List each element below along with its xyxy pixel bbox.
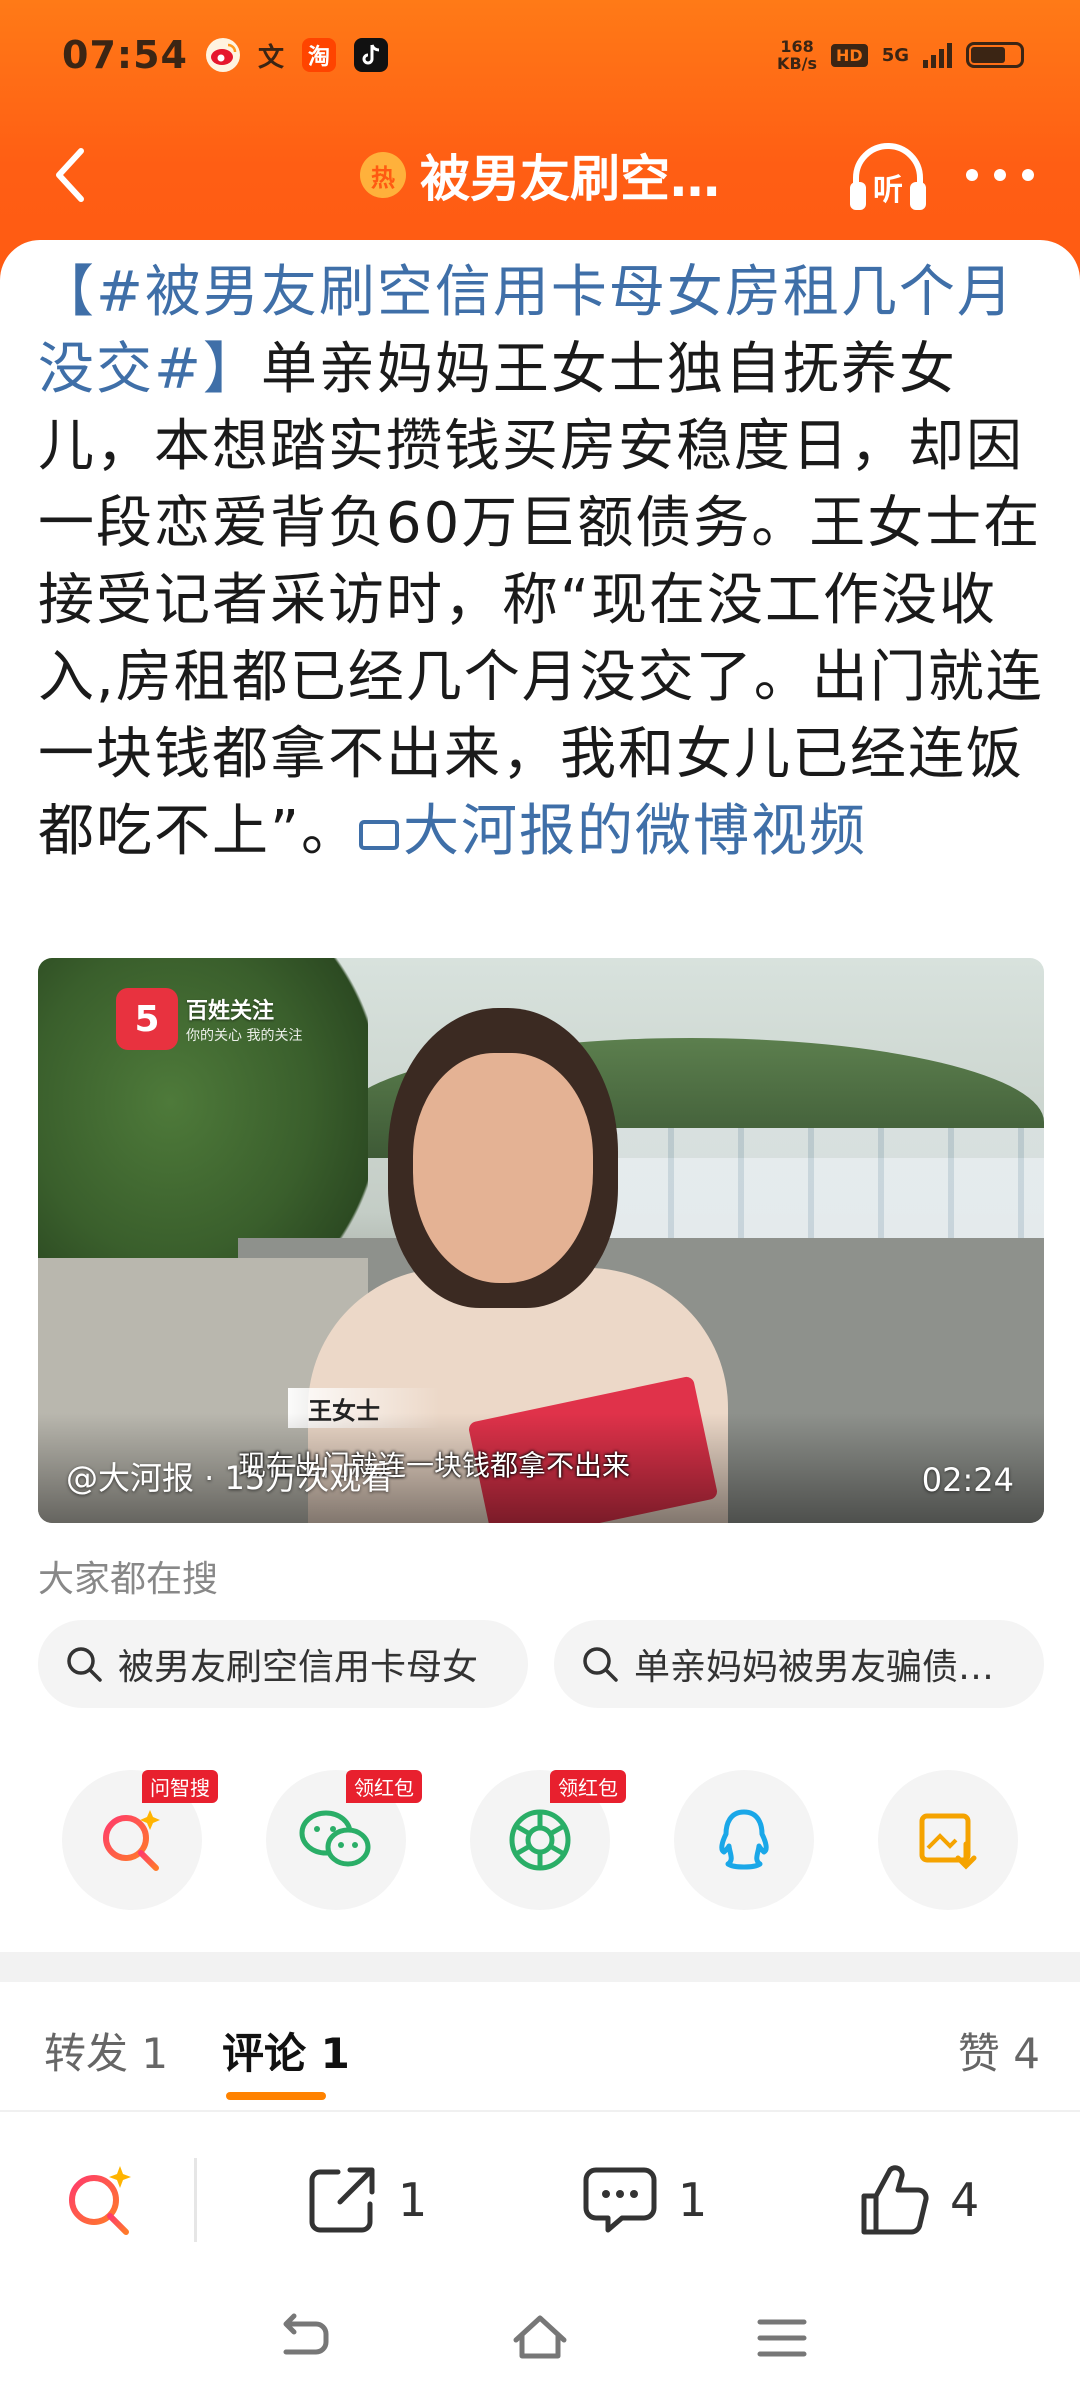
page-title: 被男友刷空… (420, 150, 720, 208)
share-moments-button[interactable]: 领红包 (470, 1770, 626, 1910)
video-duration: 02:24 (921, 1461, 1014, 1499)
repost-button[interactable]: 1 (304, 2154, 427, 2246)
video-link-label: 大河报的微博视频 (403, 799, 868, 864)
dot-icon (966, 169, 978, 181)
trending-search-chips: 被男友刷空信用卡母女 单亲妈妈被男友骗债… (38, 1620, 1044, 1708)
tab-repost[interactable]: 转发 1 (44, 2020, 168, 2081)
comment-count: 1 (678, 2173, 708, 2227)
active-tab-indicator (226, 2092, 326, 2100)
thumbs-up-icon (861, 2165, 929, 2235)
headphone-icon: 听 (850, 143, 926, 210)
dot-icon (994, 169, 1006, 181)
like-button[interactable]: 4 (856, 2154, 979, 2246)
search-chip-label: 单亲妈妈被男友骗债… (634, 1647, 995, 1688)
comment-button[interactable]: 1 (580, 2154, 707, 2246)
system-home-button[interactable] (510, 2310, 570, 2366)
ai-search-icon (69, 2166, 131, 2235)
like-count: 4 (950, 2173, 980, 2227)
system-home-icon (513, 2315, 567, 2359)
status-time: 07:54 (62, 33, 188, 77)
ai-search-icon (103, 1810, 160, 1871)
taobao-icon: 淘 (301, 38, 336, 72)
share-tag: 领红包 (346, 1770, 422, 1803)
share-tag: 领红包 (550, 1770, 626, 1803)
back-button[interactable] (36, 140, 106, 210)
trending-search-label: 大家都在搜 (38, 1559, 219, 1600)
bottom-action-bar: 1 1 4 (0, 2130, 1080, 2270)
video-player[interactable]: 5 百姓关注 你的关心 我的关注 王女士 现在出门就连一块钱都拿不出来 @大河报… (38, 958, 1044, 1523)
status-bar: 07:54 文 淘 168 KB/s HD 5G (0, 0, 1080, 110)
dot-icon (1022, 169, 1034, 181)
comment-icon (583, 2167, 657, 2233)
interviewee-face (413, 1053, 593, 1283)
video-link[interactable]: 大河报的微博视频 (359, 799, 867, 864)
share-qq-button[interactable] (674, 1770, 814, 1910)
search-chip[interactable]: 被男友刷空信用卡母女 (38, 1620, 528, 1708)
share-wechat-button[interactable]: 领红包 (266, 1770, 422, 1910)
listen-button[interactable]: 听 (846, 138, 930, 218)
moments-icon (509, 1809, 571, 1871)
back-arrow-icon (56, 148, 84, 202)
net-speed-unit: KB/s (777, 54, 818, 73)
tiktok-icon (353, 38, 388, 72)
post-text: 【#被男友刷空信用卡母女房租几个月没交#】单亲妈妈王女士独自抚养女儿，本想踏实攒… (38, 254, 1048, 870)
video-view-count: @大河报 · 15万次观看 (66, 1459, 394, 1497)
top-nav-bar: 热 被男友刷空… 听 (0, 120, 1080, 230)
system-navigation-bar (0, 2270, 1080, 2400)
ai-search-button[interactable] (60, 2160, 140, 2240)
network-speed: 168 KB/s (777, 38, 817, 72)
share-save-image-button[interactable] (878, 1770, 1018, 1910)
battery-icon (966, 42, 1024, 68)
repost-count: 1 (398, 2173, 428, 2227)
tab-comment[interactable]: 评论 1 (222, 2020, 350, 2081)
channel-logo-mark: 5 (116, 988, 178, 1050)
tab-like[interactable]: 赞 4 (958, 2020, 1040, 2081)
system-menu-button[interactable] (752, 2310, 812, 2366)
channel-logo-sub: 你的关心 我的关注 (186, 1028, 303, 1044)
wen-icon: 文 (257, 42, 284, 73)
interaction-tabs: 转发 1 评论 1 赞 4 (0, 1982, 1080, 2112)
weibo-icon (205, 38, 240, 72)
network-type: 5G (881, 44, 909, 66)
action-separator (194, 2158, 197, 2242)
channel-logo-text: 百姓关注 (186, 999, 275, 1024)
search-icon (67, 1647, 102, 1682)
save-image-icon (919, 1813, 977, 1870)
repost-icon (309, 2167, 375, 2233)
search-chip[interactable]: 单亲妈妈被男友骗债… (554, 1620, 1044, 1708)
status-right: 168 KB/s HD 5G (777, 38, 1024, 72)
video-camera-icon (359, 819, 400, 850)
hd-badge: HD (831, 43, 868, 67)
share-ai-search-button[interactable]: 问智搜 (62, 1770, 218, 1910)
nav-title-group: 热 被男友刷空… (360, 120, 720, 230)
qq-icon (719, 1809, 769, 1870)
section-divider (0, 1952, 1080, 1982)
signal-icon (923, 42, 952, 68)
search-chip-label: 被男友刷空信用卡母女 (118, 1647, 479, 1688)
post-body: 单亲妈妈王女士独自抚养女儿，本想踏实攒钱买房安稳度日，却因一段恋爱背负60万巨额… (38, 337, 1044, 864)
share-tag: 问智搜 (142, 1770, 218, 1803)
wechat-icon (299, 1810, 371, 1867)
more-options-button[interactable] (960, 150, 1040, 200)
hot-badge-icon: 热 (360, 152, 406, 198)
share-row: 问智搜 领红包 领红包 (62, 1770, 1018, 1910)
system-menu-icon (757, 2319, 807, 2357)
system-back-button[interactable] (272, 2310, 332, 2366)
system-back-icon (283, 2313, 329, 2355)
listen-label: 听 (873, 173, 903, 208)
video-channel-logo: 5 百姓关注 你的关心 我的关注 (116, 988, 302, 1050)
search-icon (583, 1647, 618, 1682)
net-speed-value: 168 (780, 37, 814, 56)
status-left: 07:54 文 淘 (62, 33, 388, 77)
